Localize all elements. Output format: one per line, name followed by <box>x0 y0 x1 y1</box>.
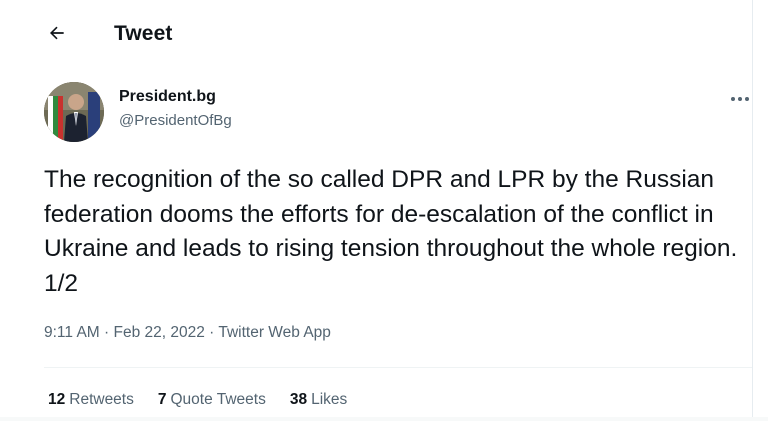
retweets-stat[interactable]: 12 Retweets <box>48 391 134 409</box>
avatar-photo <box>44 82 104 142</box>
tweet-text: The recognition of the so called DPR and… <box>44 166 738 297</box>
retweets-label: Retweets <box>69 391 134 408</box>
likes-label: Likes <box>311 391 348 408</box>
tweet-stats: 12 Retweets 7 Quote Tweets 38 Likes <box>48 391 371 409</box>
page-title: Tweet <box>114 22 173 45</box>
divider <box>44 367 752 368</box>
more-options-button[interactable] <box>728 88 752 108</box>
retweets-count: 12 <box>48 391 66 408</box>
likes-count: 38 <box>289 391 308 408</box>
tweet-meta[interactable]: 9:11 AM · Feb 22, 2022 · Twitter Web App <box>44 324 331 342</box>
arrow-left-icon <box>47 23 67 48</box>
author-handle[interactable]: @PresidentOfBg <box>119 112 232 129</box>
author-name[interactable]: President.bg <box>119 88 216 106</box>
likes-stat[interactable]: 38 Likes <box>290 391 347 409</box>
quote-tweets-stat[interactable]: 7 Quote Tweets <box>158 391 266 409</box>
quote-tweets-label: Quote Tweets <box>170 391 266 408</box>
bottom-band <box>0 417 768 421</box>
column-border <box>752 0 753 421</box>
quote-tweets-count: 7 <box>157 391 167 408</box>
avatar[interactable] <box>44 82 104 142</box>
tweet-page: Tweet President.bg @PresidentOfBg The re… <box>0 0 768 421</box>
page-header: Tweet <box>0 12 752 56</box>
back-button[interactable] <box>42 20 72 50</box>
more-horizontal-icon <box>730 89 750 107</box>
